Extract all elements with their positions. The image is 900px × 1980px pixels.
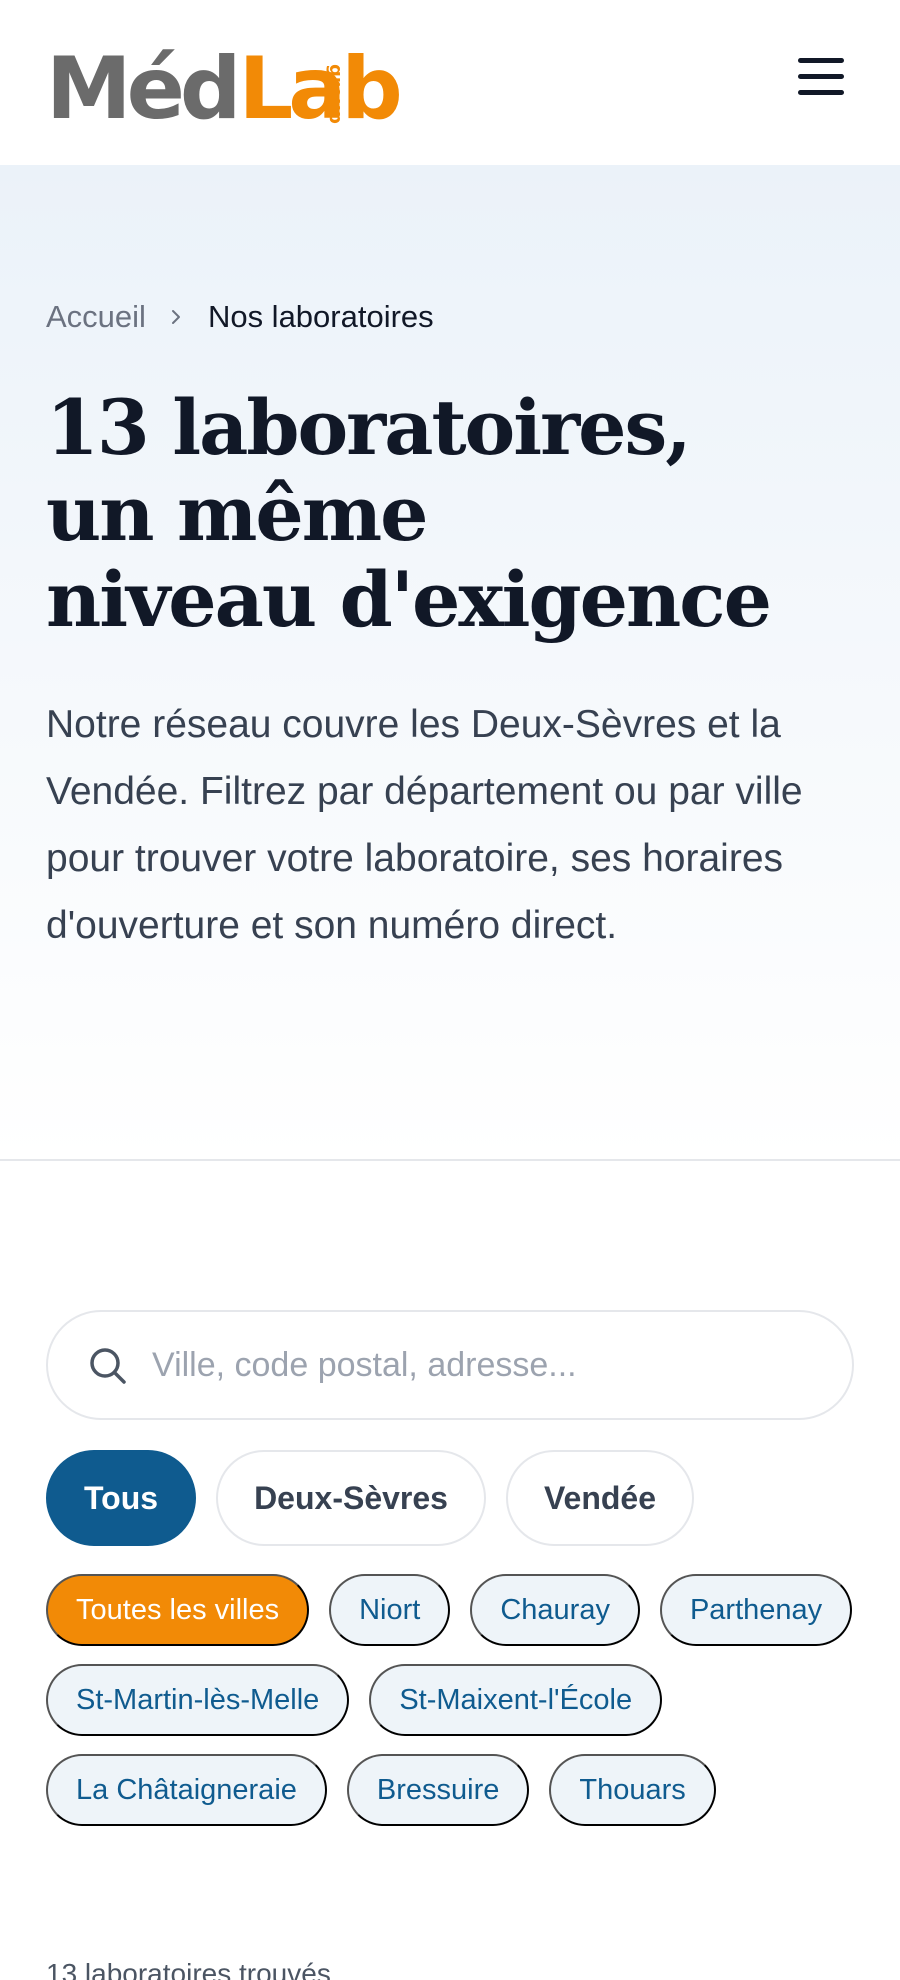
hero-description: Notre réseau couvre les Deux-Sèvres et l…: [46, 703, 803, 947]
city-chip-st-martin-les-melle[interactable]: St-Martin-lès-Melle: [46, 1664, 350, 1736]
city-chip-la-chataigneraie[interactable]: La Châtaigneraie: [46, 1754, 327, 1826]
logo-text-group: group: [325, 64, 346, 124]
city-chip-thouars[interactable]: Thouars: [549, 1754, 716, 1826]
city-chip-chauray[interactable]: Chauray: [470, 1574, 640, 1646]
region-filter: Tous Deux-Sèvres Vendée: [46, 1450, 695, 1546]
city-filter: Toutes les villes Niort Chauray Parthena…: [46, 1574, 866, 1826]
section-divider: [0, 1159, 900, 1161]
logo-text-lab: Lab: [238, 39, 402, 139]
search-bar[interactable]: [46, 1310, 854, 1420]
breadcrumb-current: Nos laboratoires: [207, 299, 434, 334]
region-chip-deux-sevres[interactable]: Deux-Sèvres: [216, 1450, 486, 1546]
hamburger-menu-icon[interactable]: [798, 58, 850, 104]
logo-text-med: Méd: [46, 39, 241, 139]
region-chip-tous[interactable]: Tous: [46, 1450, 197, 1546]
region-chip-vendee[interactable]: Vendée: [505, 1450, 695, 1546]
city-chip-niort[interactable]: Niort: [329, 1574, 451, 1646]
page-title-line-2: un même: [46, 469, 429, 558]
results-count: 13 laboratoires trouvés: [46, 1958, 331, 1980]
city-chip-bressuire[interactable]: Bressuire: [346, 1754, 530, 1826]
page-title-line-3: niveau d'exigence: [46, 555, 772, 644]
city-chip-st-maixent-l-ecole[interactable]: St-Maixent-l'École: [369, 1664, 663, 1736]
breadcrumb: Accueil Nos laboratoires: [46, 299, 434, 335]
site-header: Méd Lab group: [0, 0, 900, 165]
search-input[interactable]: [152, 1332, 832, 1398]
search-icon: [90, 1348, 126, 1384]
breadcrumb-home-link[interactable]: Accueil: [46, 299, 146, 335]
chevron-right-icon: [171, 310, 180, 324]
page-title: 13 laboratoires, un même niveau d'exigen…: [46, 385, 866, 643]
city-chip-toutes-les-villes[interactable]: Toutes les villes: [46, 1574, 310, 1646]
page-title-line-1: 13 laboratoires,: [46, 383, 692, 472]
hero-section: Accueil Nos laboratoires 13 laboratoires…: [0, 165, 900, 1160]
city-chip-parthenay[interactable]: Parthenay: [659, 1574, 853, 1646]
medlab-logo[interactable]: Méd Lab group: [46, 36, 403, 139]
